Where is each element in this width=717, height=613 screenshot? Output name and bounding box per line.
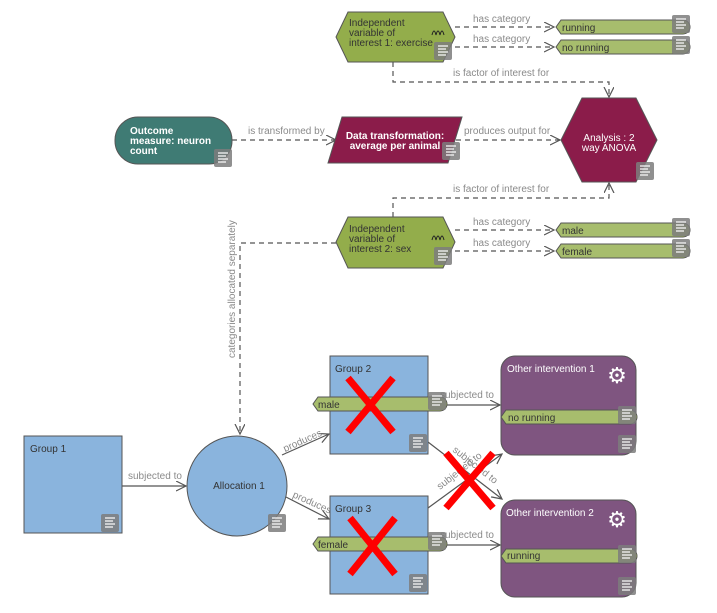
edge-label: produces output for: [464, 126, 551, 137]
node-label: interest 1: exercise: [349, 38, 433, 49]
gear-icon: ⚙: [607, 363, 627, 388]
edge-label: has category: [473, 14, 530, 25]
document-icon[interactable]: [434, 247, 452, 265]
document-icon[interactable]: [618, 406, 636, 424]
node-category-male[interactable]: male: [555, 222, 691, 238]
node-label: interest 2: sex: [349, 244, 411, 255]
node-data-transformation[interactable]: Data transformation: average per animal: [327, 116, 463, 164]
document-icon[interactable]: [409, 434, 427, 452]
document-icon[interactable]: [672, 15, 690, 33]
intervention-tag: running: [507, 551, 540, 562]
document-icon[interactable]: [409, 574, 427, 592]
edge-label: produces: [282, 428, 324, 455]
node-label: count: [130, 146, 158, 157]
document-icon[interactable]: [672, 36, 690, 54]
edge-label: has category: [473, 238, 530, 249]
edge-label: is factor of interest for: [453, 68, 550, 79]
document-icon[interactable]: [428, 532, 446, 550]
document-icon[interactable]: [428, 392, 446, 410]
node-label: female: [562, 247, 592, 258]
document-icon[interactable]: [214, 149, 232, 167]
diagram-canvas: has category has category is factor of i…: [23, 11, 691, 598]
node-label: Group 3: [335, 504, 372, 515]
node-label: Group 2: [335, 364, 372, 375]
node-label: running: [562, 23, 595, 34]
document-icon[interactable]: [672, 239, 690, 257]
document-icon[interactable]: [618, 545, 636, 563]
document-icon[interactable]: [672, 218, 690, 236]
document-icon[interactable]: [636, 162, 654, 180]
node-label: Allocation 1: [213, 481, 265, 492]
node-category-female[interactable]: female: [555, 243, 691, 259]
node-other-intervention-1[interactable]: Other intervention 1 no running ⚙: [500, 355, 638, 456]
document-icon[interactable]: [434, 42, 452, 60]
edge-label: subjected to: [128, 471, 182, 482]
edge-label: subjected to: [440, 390, 494, 401]
document-icon[interactable]: [618, 577, 636, 595]
node-category-running[interactable]: running: [555, 19, 691, 35]
node-category-no-running[interactable]: no running: [555, 39, 691, 55]
document-icon[interactable]: [618, 435, 636, 453]
edge-label: is transformed by: [248, 126, 325, 137]
node-other-intervention-2[interactable]: Other intervention 2 running ⚙: [500, 499, 638, 598]
node-label: Other intervention 1: [507, 364, 595, 375]
group-tag: male: [318, 400, 340, 411]
node-label: male: [562, 226, 584, 237]
edge-label: subjected to: [440, 530, 494, 541]
node-label: average per animal: [350, 141, 441, 152]
document-icon[interactable]: [101, 514, 119, 532]
document-icon[interactable]: [442, 142, 460, 160]
edge-label: has category: [473, 34, 530, 45]
node-label: way ANOVA: [581, 143, 637, 154]
edge-label: categories allocated separately: [227, 220, 238, 358]
group-tag: female: [318, 540, 348, 551]
edge-label: is factor of interest for: [453, 184, 550, 195]
gear-icon: ⚙: [607, 507, 627, 532]
edge-label: has category: [473, 217, 530, 228]
document-icon[interactable]: [268, 514, 286, 532]
node-label: Other intervention 2: [506, 508, 594, 519]
node-label: no running: [562, 43, 609, 54]
intervention-tag: no running: [508, 413, 555, 424]
node-label: Group 1: [30, 444, 67, 455]
